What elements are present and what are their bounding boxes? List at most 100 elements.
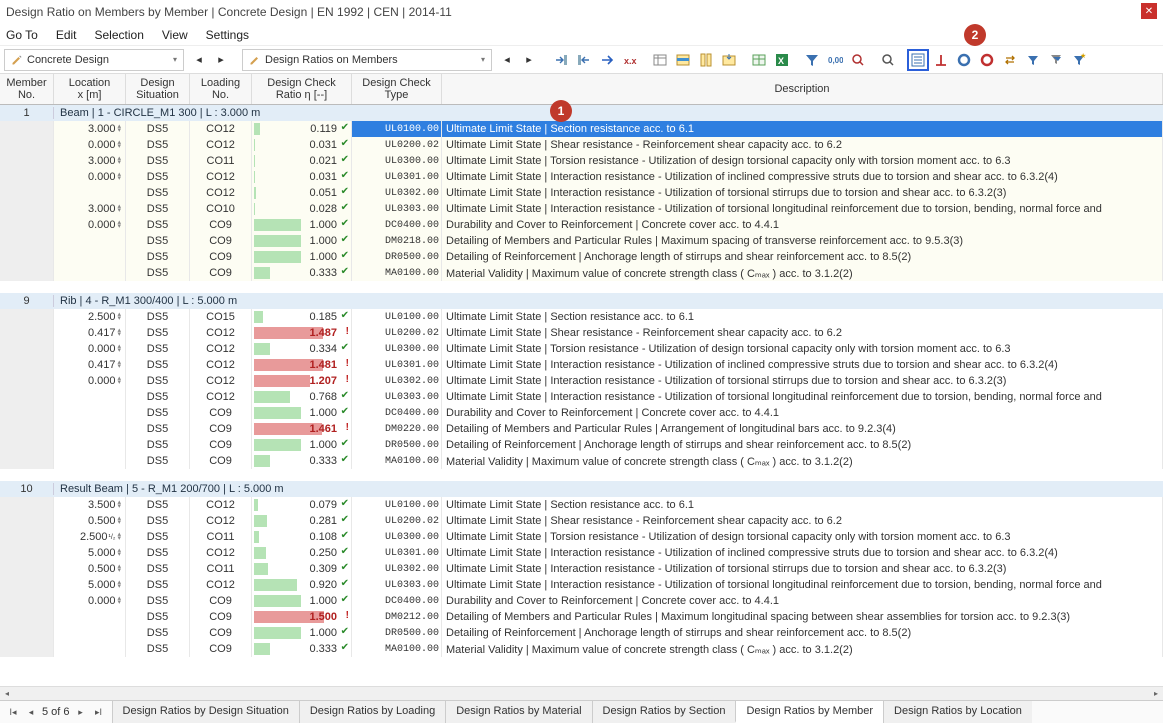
details-view[interactable] bbox=[907, 49, 929, 71]
table-row[interactable]: DS5CO120.051✔UL0302.00Ultimate Limit Sta… bbox=[0, 185, 1163, 201]
table-row[interactable]: DS5CO90.333✔MA0100.00Material Validity |… bbox=[0, 265, 1163, 281]
group-header[interactable]: 9Rib | 4 - R_M1 300/400 | L : 5.000 m bbox=[0, 293, 1163, 309]
perp-icon[interactable] bbox=[930, 49, 952, 71]
scroll-right-button[interactable]: ▸ bbox=[1149, 687, 1163, 701]
tab-design-ratios-by-design-situation[interactable]: Design Ratios by Design Situation bbox=[112, 701, 299, 723]
table-row[interactable]: 2.500¹/₂▴▾DS5CO110.108✔UL0300.00Ultimate… bbox=[0, 529, 1163, 545]
table-row[interactable]: 0.000▴▾DS5CO120.334✔UL0300.00Ultimate Li… bbox=[0, 341, 1163, 357]
group-header[interactable]: 1Beam | 1 - CIRCLE_M1 300 | L : 3.000 m bbox=[0, 105, 1163, 121]
funnel-stack[interactable] bbox=[1045, 49, 1067, 71]
menu-goto[interactable]: Go To bbox=[6, 28, 38, 42]
tab-design-ratios-by-member[interactable]: Design Ratios by Member bbox=[735, 701, 883, 723]
digits-000[interactable]: 0,00 bbox=[824, 49, 846, 71]
table-row[interactable]: 3.000▴▾DS5CO110.021✔UL0300.00Ultimate Li… bbox=[0, 153, 1163, 169]
tab-design-ratios-by-loading[interactable]: Design Ratios by Loading bbox=[299, 701, 445, 723]
table-row[interactable]: 0.417▴▾DS5CO121.481!UL0301.00Ultimate Li… bbox=[0, 357, 1163, 373]
ring-blue[interactable] bbox=[953, 49, 975, 71]
table-row[interactable]: 5.000▴▾DS5CO120.250✔UL0301.00Ultimate Li… bbox=[0, 545, 1163, 561]
check-icon: ✔ bbox=[341, 234, 349, 245]
close-button[interactable]: ✕ bbox=[1141, 3, 1157, 19]
nav-next-button[interactable]: ▸ bbox=[210, 49, 232, 71]
tab-design-ratios-by-section[interactable]: Design Ratios by Section bbox=[592, 701, 736, 723]
cell-ratio: 0.108✔ bbox=[252, 529, 352, 545]
nav-next-button[interactable]: ▸ bbox=[518, 49, 540, 71]
cell-type: UL0301.00 bbox=[352, 357, 442, 373]
tab-design-ratios-by-location[interactable]: Design Ratios by Location bbox=[883, 701, 1032, 723]
cell-member bbox=[0, 325, 54, 341]
header-description[interactable]: Description bbox=[442, 74, 1163, 104]
export[interactable] bbox=[718, 49, 740, 71]
filter-funnel[interactable] bbox=[801, 49, 823, 71]
table-row[interactable]: 0.000▴▾DS5CO120.031✔UL0200.02Ultimate Li… bbox=[0, 137, 1163, 153]
pager-prev-button[interactable]: ◂ bbox=[24, 705, 38, 719]
menu-selection[interactable]: Selection bbox=[95, 28, 144, 42]
cell-description: Material Validity | Maximum value of con… bbox=[442, 641, 1163, 657]
table-row[interactable]: 3.000▴▾DS5CO120.119✔UL0100.00Ultimate Li… bbox=[0, 121, 1163, 137]
menu-edit[interactable]: Edit bbox=[56, 28, 77, 42]
cell-type: UL0300.00 bbox=[352, 529, 442, 545]
cell-ratio: 0.333✔ bbox=[252, 265, 352, 281]
menu-view[interactable]: View bbox=[162, 28, 188, 42]
table-row[interactable]: 0.000▴▾DS5CO120.031✔UL0301.00Ultimate Li… bbox=[0, 169, 1163, 185]
table-row[interactable]: 0.500▴▾DS5CO120.281✔UL0200.02Ultimate Li… bbox=[0, 513, 1163, 529]
design-type-select[interactable]: Concrete Design ▾ bbox=[4, 49, 184, 71]
tab-design-ratios-by-material[interactable]: Design Ratios by Material bbox=[445, 701, 591, 723]
arrow-in[interactable] bbox=[550, 49, 572, 71]
cell-ratio: 0.309✔ bbox=[252, 561, 352, 577]
table-row[interactable]: DS5CO91.000✔DM0218.00Detailing of Member… bbox=[0, 233, 1163, 249]
table-row[interactable]: DS5CO120.768✔UL0303.00Ultimate Limit Sta… bbox=[0, 389, 1163, 405]
table-row[interactable]: DS5CO91.000✔DC0400.00Durability and Cove… bbox=[0, 405, 1163, 421]
nav-prev-button[interactable]: ◂ bbox=[188, 49, 210, 71]
group-header[interactable]: 10Result Beam | 5 - R_M1 200/700 | L : 5… bbox=[0, 481, 1163, 497]
xx-icon[interactable]: x.x bbox=[619, 49, 641, 71]
ring-red[interactable] bbox=[976, 49, 998, 71]
table-row[interactable]: 0.000▴▾DS5CO91.000✔DC0400.00Durability a… bbox=[0, 593, 1163, 609]
table-row[interactable]: 5.000▴▾DS5CO120.920✔UL0303.00Ultimate Li… bbox=[0, 577, 1163, 593]
pager-next-button[interactable]: ▸ bbox=[74, 705, 88, 719]
table-row[interactable]: DS5CO90.333✔MA0100.00Material Validity |… bbox=[0, 641, 1163, 657]
nav-prev-button[interactable]: ◂ bbox=[496, 49, 518, 71]
table-row[interactable]: DS5CO91.500!DM0212.00Detailing of Member… bbox=[0, 609, 1163, 625]
filter-table[interactable] bbox=[649, 49, 671, 71]
table-row[interactable]: DS5CO90.333✔MA0100.00Material Validity |… bbox=[0, 453, 1163, 469]
result-type-select[interactable]: Design Ratios on Members ▾ bbox=[242, 49, 492, 71]
header-design-situation[interactable]: DesignSituation bbox=[126, 74, 190, 104]
pencil-icon bbox=[11, 54, 23, 66]
table-row[interactable]: DS5CO91.000✔DR0500.00Detailing of Reinfo… bbox=[0, 625, 1163, 641]
table-view[interactable] bbox=[748, 49, 770, 71]
scroll-left-button[interactable]: ◂ bbox=[0, 687, 14, 701]
swap[interactable] bbox=[999, 49, 1021, 71]
table-row[interactable]: DS5CO91.461!DM0220.00Detailing of Member… bbox=[0, 421, 1163, 437]
cell-description: Durability and Cover to Reinforcement | … bbox=[442, 217, 1163, 233]
header-type[interactable]: Design CheckType bbox=[352, 74, 442, 104]
cell-design-situation: DS5 bbox=[126, 421, 190, 437]
header-member[interactable]: MemberNo. bbox=[0, 74, 54, 104]
table-row[interactable]: 2.500▴▾DS5CO150.185✔UL0100.00Ultimate Li… bbox=[0, 309, 1163, 325]
menu-settings[interactable]: Settings bbox=[206, 28, 249, 42]
pager-first-button[interactable]: I◂ bbox=[6, 705, 20, 719]
table-row[interactable]: 3.000▴▾DS5CO100.028✔UL0303.00Ultimate Li… bbox=[0, 201, 1163, 217]
arrow-out[interactable] bbox=[573, 49, 595, 71]
funnel-star[interactable]: ★ bbox=[1068, 49, 1090, 71]
table-row[interactable]: 0.417▴▾DS5CO121.487!UL0200.02Ultimate Li… bbox=[0, 325, 1163, 341]
horizontal-scrollbar[interactable]: ◂ ▸ bbox=[0, 686, 1163, 700]
cell-type: MA0100.00 bbox=[352, 453, 442, 469]
table-row[interactable]: 0.000▴▾DS5CO121.207!UL0302.00Ultimate Li… bbox=[0, 373, 1163, 389]
pager-last-button[interactable]: ▸I bbox=[92, 705, 106, 719]
table-row[interactable]: DS5CO91.000✔DR0500.00Detailing of Reinfo… bbox=[0, 249, 1163, 265]
excel[interactable]: X bbox=[771, 49, 793, 71]
arrow-right-blue[interactable] bbox=[596, 49, 618, 71]
find[interactable] bbox=[847, 49, 869, 71]
table-row[interactable]: 3.500▴▾DS5CO120.079✔UL0100.00Ultimate Li… bbox=[0, 497, 1163, 513]
table-row[interactable]: 0.500▴▾DS5CO110.309✔UL0302.00Ultimate Li… bbox=[0, 561, 1163, 577]
table-row[interactable]: DS5CO91.000✔DR0500.00Detailing of Reinfo… bbox=[0, 437, 1163, 453]
table-row[interactable]: 0.000▴▾DS5CO91.000✔DC0400.00Durability a… bbox=[0, 217, 1163, 233]
header-ratio[interactable]: Design CheckRatio η [--] bbox=[252, 74, 352, 104]
cell-location bbox=[54, 453, 126, 469]
row-select[interactable] bbox=[672, 49, 694, 71]
header-loading[interactable]: LoadingNo. bbox=[190, 74, 252, 104]
zoom[interactable] bbox=[877, 49, 899, 71]
column-fit[interactable] bbox=[695, 49, 717, 71]
header-location[interactable]: Locationx [m] bbox=[54, 74, 126, 104]
funnel-small[interactable] bbox=[1022, 49, 1044, 71]
